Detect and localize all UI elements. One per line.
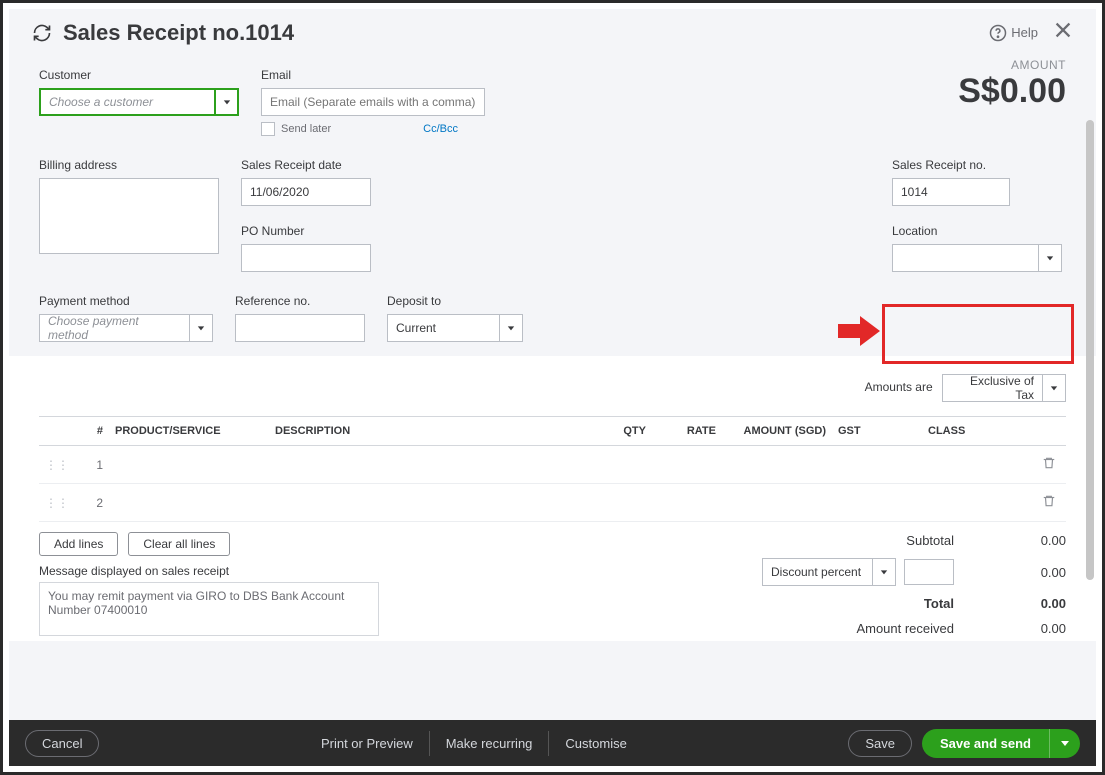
add-lines-button[interactable]: Add lines: [39, 532, 118, 556]
email-label: Email: [261, 68, 485, 82]
arrow-icon: [838, 316, 880, 351]
email-input[interactable]: [261, 88, 485, 116]
discount-percent-input[interactable]: [904, 559, 954, 585]
location-highlight: [882, 304, 1074, 364]
recurring-icon: [31, 22, 53, 44]
po-number-label: PO Number: [241, 224, 371, 238]
print-preview-button[interactable]: Print or Preview: [305, 731, 430, 756]
po-number-input[interactable]: [241, 244, 371, 272]
page-title: Sales Receipt no.1014: [63, 20, 989, 46]
chevron-down-icon[interactable]: [1042, 374, 1066, 402]
ccbcc-link[interactable]: Cc/Bcc: [423, 123, 458, 135]
deposit-to-label: Deposit to: [387, 294, 523, 308]
receipt-date-input[interactable]: [241, 178, 371, 206]
chevron-down-icon[interactable]: [215, 88, 239, 116]
payment-method-select[interactable]: Choose payment method: [39, 314, 213, 342]
chevron-down-icon[interactable]: [189, 314, 213, 342]
location-select[interactable]: [892, 244, 1062, 272]
receipt-no-label: Sales Receipt no.: [892, 158, 1062, 172]
location-label: Location: [892, 224, 1062, 238]
grip-icon[interactable]: ⋮⋮: [39, 446, 75, 484]
amount-display: AMOUNT S$0.00: [958, 58, 1066, 111]
customise-button[interactable]: Customise: [549, 731, 642, 756]
chevron-down-icon[interactable]: [1049, 729, 1080, 758]
save-button[interactable]: Save: [848, 730, 912, 757]
footer-bar: Cancel Print or Preview Make recurring C…: [9, 720, 1096, 766]
cancel-button[interactable]: Cancel: [25, 730, 99, 757]
billing-address-label: Billing address: [39, 158, 219, 172]
amount-value: S$0.00: [958, 72, 1066, 111]
clear-lines-button[interactable]: Clear all lines: [128, 532, 230, 556]
deposit-to-select[interactable]: Current: [387, 314, 523, 342]
chevron-down-icon[interactable]: [872, 558, 896, 586]
message-label: Message displayed on sales receipt: [39, 564, 646, 578]
close-icon[interactable]: [1052, 19, 1074, 46]
make-recurring-button[interactable]: Make recurring: [430, 731, 550, 756]
receipt-no-input[interactable]: [892, 178, 1010, 206]
receipt-date-label: Sales Receipt date: [241, 158, 371, 172]
discount-select[interactable]: Discount percent: [762, 558, 896, 586]
reference-no-input[interactable]: [235, 314, 365, 342]
chevron-down-icon[interactable]: [1038, 244, 1062, 272]
chevron-down-icon[interactable]: [499, 314, 523, 342]
send-later-checkbox[interactable]: [261, 122, 275, 136]
grip-icon[interactable]: ⋮⋮: [39, 484, 75, 522]
message-textarea[interactable]: You may remit payment via GIRO to DBS Ba…: [39, 582, 379, 636]
help-link[interactable]: Help: [989, 24, 1038, 42]
customer-select[interactable]: Choose a customer: [39, 88, 239, 116]
amounts-are-select[interactable]: Exclusive of Tax: [942, 374, 1066, 402]
page-header: Sales Receipt no.1014 Help: [9, 9, 1096, 50]
save-and-send-button[interactable]: Save and send: [922, 729, 1080, 758]
billing-address-input[interactable]: [39, 178, 219, 254]
customer-label: Customer: [39, 68, 239, 82]
reference-no-label: Reference no.: [235, 294, 365, 308]
amounts-are-row: Amounts are Exclusive of Tax: [39, 374, 1066, 402]
payment-method-label: Payment method: [39, 294, 213, 308]
